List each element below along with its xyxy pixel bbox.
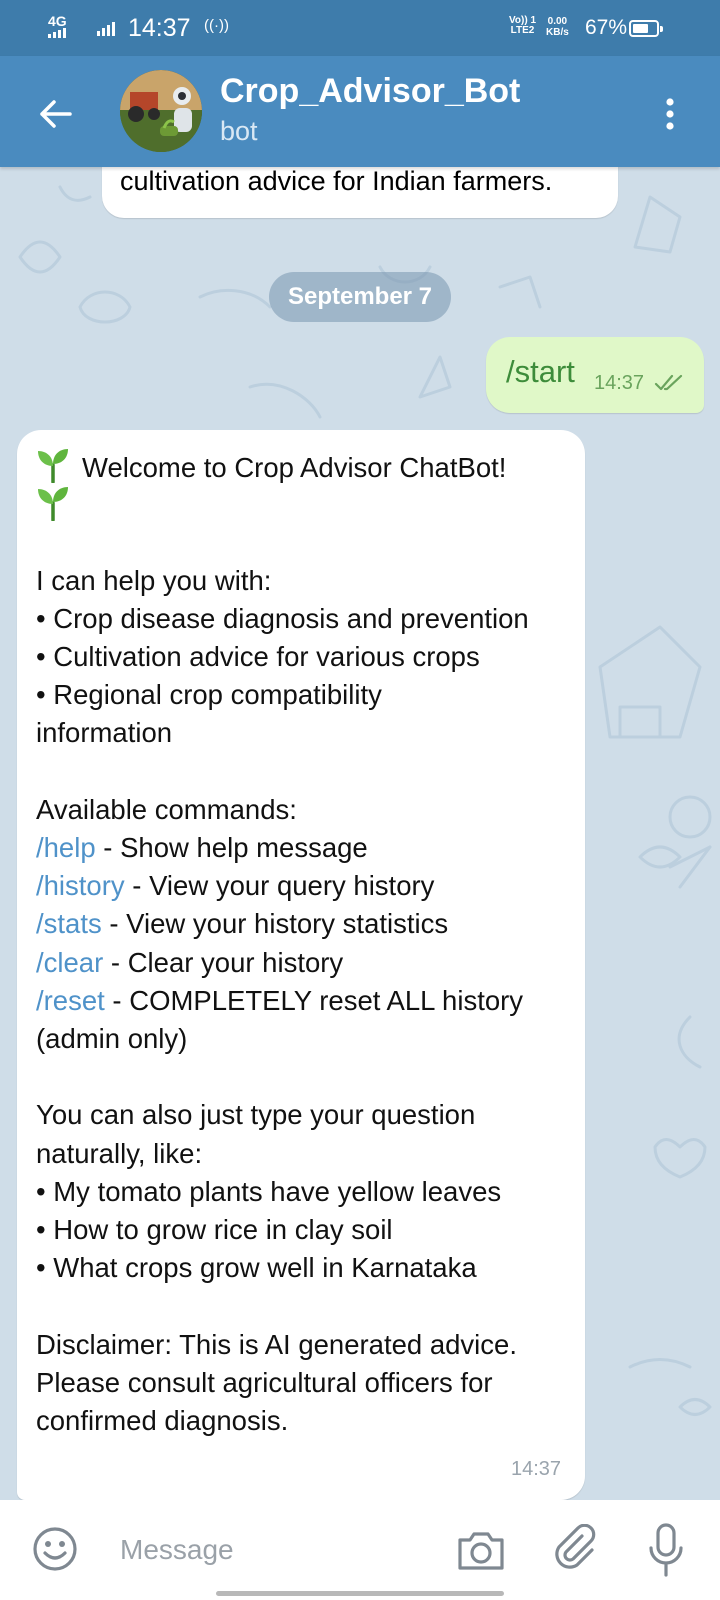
message-line-text: naturally, like:: [36, 1137, 203, 1169]
message-line: Available commands:: [36, 791, 297, 829]
battery-fill: [633, 24, 648, 33]
mic-icon[interactable]: [646, 1522, 686, 1578]
volte-line2: LTE2: [510, 25, 535, 36]
message-line-text: - Show help message: [95, 832, 368, 863]
hotspot-icon: ((·)): [204, 17, 229, 34]
message-line-text: • What crops grow well in Karnataka: [36, 1252, 477, 1284]
message-line-text: - Clear your history: [103, 946, 344, 978]
attach-icon[interactable]: [552, 1524, 598, 1574]
sprout-icon: [38, 487, 68, 522]
command-line: /history - View your query history: [36, 867, 434, 905]
message-line-text: Welcome to Crop Advisor ChatBot!: [82, 452, 507, 483]
camera-icon[interactable]: [456, 1526, 506, 1572]
message-line: • What crops grow well in Karnataka: [36, 1249, 477, 1287]
message-line: information: [36, 714, 172, 752]
message-line: Welcome to Crop Advisor ChatBot!: [36, 447, 506, 487]
double-check-icon: [654, 374, 683, 391]
home-indicator[interactable]: [216, 1591, 504, 1596]
chat-area[interactable]: cultivation advice for Indian farmers. S…: [0, 167, 720, 1500]
message-line-text: • My tomato plants have yellow leaves: [36, 1175, 502, 1207]
message-line-text: Disclaimer: This is AI generated advice.: [36, 1328, 517, 1360]
welcome-message-time: 14:37: [511, 1458, 562, 1480]
message-line-text: - COMPLETELY reset ALL history: [104, 984, 524, 1016]
message-line-text: • Cultivation advice for various crops: [36, 641, 480, 672]
message-line: Please consult agricultural officers for: [36, 1364, 493, 1402]
message-line-text: • How to grow rice in clay soil: [36, 1214, 393, 1245]
command-link-history[interactable]: /history: [36, 870, 125, 901]
battery-icon: [629, 20, 663, 37]
back-arrow-icon[interactable]: [36, 94, 76, 134]
outgoing-message-time: 14:37: [594, 372, 645, 394]
avatar-image: [120, 70, 202, 152]
command-link-clear[interactable]: /clear: [36, 947, 103, 978]
speed-unit: KB/s: [546, 27, 569, 38]
message-line: • How to grow rice in clay soil: [36, 1211, 393, 1249]
more-vert-icon[interactable]: [660, 94, 680, 134]
message-line-text: - View your history statistics: [101, 908, 449, 940]
command-line: /clear - Clear your history: [36, 944, 343, 982]
message-input-bar: [0, 1500, 720, 1600]
battery-percent: 67%: [585, 16, 628, 39]
chat-title[interactable]: Crop_Advisor_Bot: [220, 70, 520, 112]
emoji-icon[interactable]: [30, 1524, 80, 1574]
message-line-text: - View your query history: [124, 870, 435, 902]
command-line: /reset - COMPLETELY reset ALL history: [36, 982, 523, 1020]
message-line: (admin only): [36, 1020, 187, 1058]
sprout-icon: [38, 449, 68, 483]
command-link-help[interactable]: /help: [36, 832, 96, 863]
message-line-text: (admin only): [36, 1023, 188, 1054]
signal-icon-1: [48, 28, 66, 38]
message-line-text: I can help you with:: [36, 564, 272, 596]
message-line-text: Please consult agricultural officers for: [36, 1366, 493, 1398]
message-line: confirmed diagnosis.: [36, 1402, 288, 1440]
message-line: • Cultivation advice for various crops: [36, 638, 480, 676]
message-line: • My tomato plants have yellow leaves: [36, 1173, 501, 1211]
welcome-message-bubble[interactable]: 14:37 Welcome to Crop Advisor ChatBot! I …: [17, 430, 585, 1500]
command-line: /help - Show help message: [36, 829, 368, 867]
message-line: You can also just type your question: [36, 1096, 475, 1134]
message-line-text: Available commands:: [36, 793, 297, 825]
previous-message-bubble[interactable]: cultivation advice for Indian farmers.: [102, 167, 618, 218]
message-line: Disclaimer: This is AI generated advice.: [36, 1326, 517, 1364]
command-line: /stats - View your history statistics: [36, 905, 448, 943]
signal-icon-2: [97, 22, 115, 36]
message-line: • Regional crop compatibility: [36, 676, 382, 714]
status-bar: 4G 14:37 ((·)) Vo)) 1 LTE2 0.00 KB/s 67%: [0, 0, 720, 56]
volte-indicator: Vo)) 1 LTE2: [509, 16, 536, 36]
chat-subtitle: bot: [220, 116, 258, 146]
message-line-text: • Crop disease diagnosis and prevention: [36, 602, 529, 634]
outgoing-message-text: /start: [506, 354, 575, 389]
command-link-stats[interactable]: /stats: [36, 908, 102, 939]
status-time: 14:37: [128, 14, 191, 42]
command-link-reset[interactable]: /reset: [36, 985, 105, 1016]
message-line-text: information: [36, 717, 173, 749]
message-line: naturally, like:: [36, 1135, 202, 1173]
message-input[interactable]: [120, 1528, 420, 1572]
message-line-text: You can also just type your question: [36, 1099, 476, 1131]
message-line: I can help you with:: [36, 562, 271, 600]
speed-value: 0.00: [547, 16, 568, 27]
avatar[interactable]: [120, 70, 202, 152]
network-speed: 0.00 KB/s: [546, 16, 569, 38]
message-line: • Crop disease diagnosis and prevention: [36, 600, 529, 638]
chat-header: Crop_Advisor_Bot bot: [0, 56, 720, 167]
message-line-text: • Regional crop compatibility: [36, 679, 382, 711]
previous-message-text: cultivation advice for Indian farmers.: [120, 167, 553, 196]
network-type: 4G: [48, 13, 67, 29]
message-line-text: confirmed diagnosis.: [36, 1405, 289, 1436]
date-separator: September 7: [269, 272, 451, 322]
message-line: [36, 485, 82, 525]
outgoing-message-bubble[interactable]: /start 14:37: [486, 337, 704, 413]
